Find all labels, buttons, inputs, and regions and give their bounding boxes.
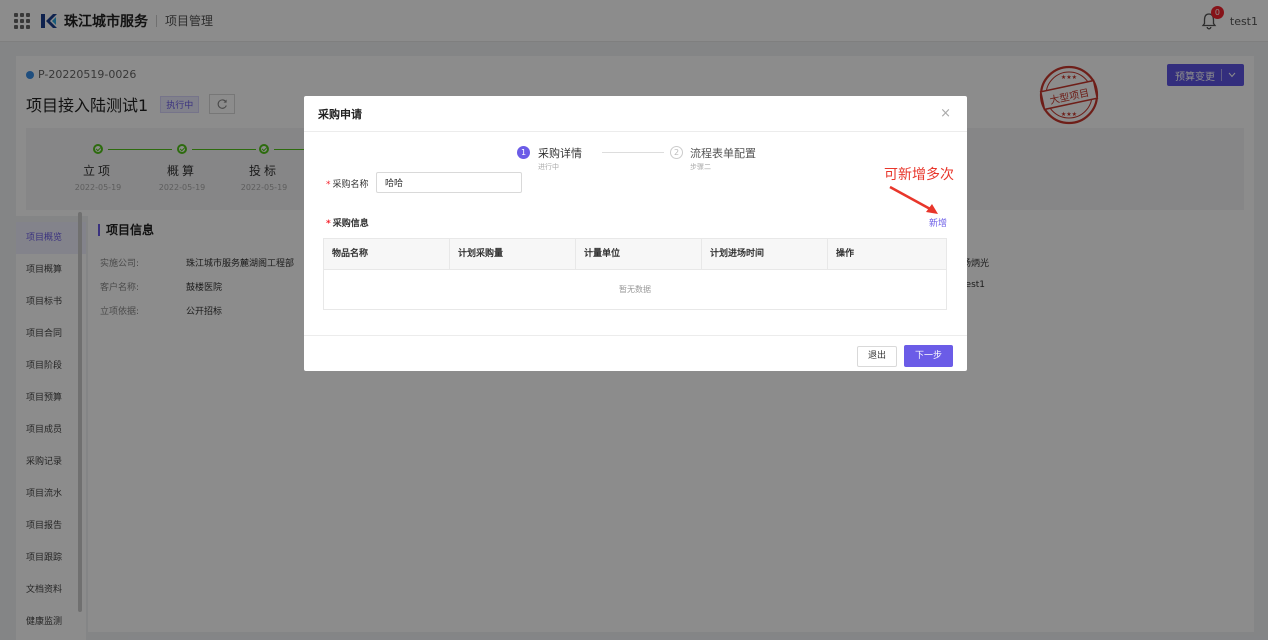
column-header: 计划进场时间: [702, 239, 828, 269]
annotation-text: 可新增多次: [884, 167, 954, 183]
table-header: 物品名称 计划采购量 计量单位 计划进场时间 操作: [324, 239, 946, 270]
modal-title: 采购申请: [318, 107, 362, 121]
purchase-name-input[interactable]: [376, 172, 522, 193]
column-header: 计量单位: [576, 239, 702, 269]
modal-footer: 退出 下一步: [304, 335, 967, 371]
column-header: 操作: [836, 249, 855, 259]
exit-button[interactable]: 退出: [857, 346, 897, 367]
step-connector: [602, 152, 664, 153]
purchase-info-label: * 采购信息: [326, 219, 369, 229]
purchase-items-table: 物品名称 计划采购量 计量单位 计划进场时间 操作 暂无数据: [323, 238, 947, 310]
step-2-subtitle: 步骤二: [690, 163, 711, 171]
modal-header: 采购申请: [304, 96, 967, 132]
step-1-subtitle: 进行中: [538, 163, 559, 171]
step-1-number: 1: [517, 146, 530, 159]
column-header: 计划采购量: [450, 239, 576, 269]
purchase-request-modal: 采购申请 × 1 采购详情 进行中 2 流程表单配置 步骤二 *采购名称 可新增…: [304, 96, 967, 371]
step-2-number: 2: [670, 146, 683, 159]
next-step-button[interactable]: 下一步: [904, 345, 953, 367]
step-2-title: 流程表单配置: [690, 147, 756, 160]
step-1-title: 采购详情: [538, 147, 582, 160]
table-empty-text: 暂无数据: [619, 285, 651, 294]
annotation-arrow-icon: [889, 185, 938, 214]
purchase-name-label: * 采购名称: [326, 180, 369, 190]
add-item-link[interactable]: 新增: [929, 216, 947, 229]
close-icon[interactable]: ×: [940, 107, 951, 120]
column-header: 物品名称: [324, 239, 450, 269]
